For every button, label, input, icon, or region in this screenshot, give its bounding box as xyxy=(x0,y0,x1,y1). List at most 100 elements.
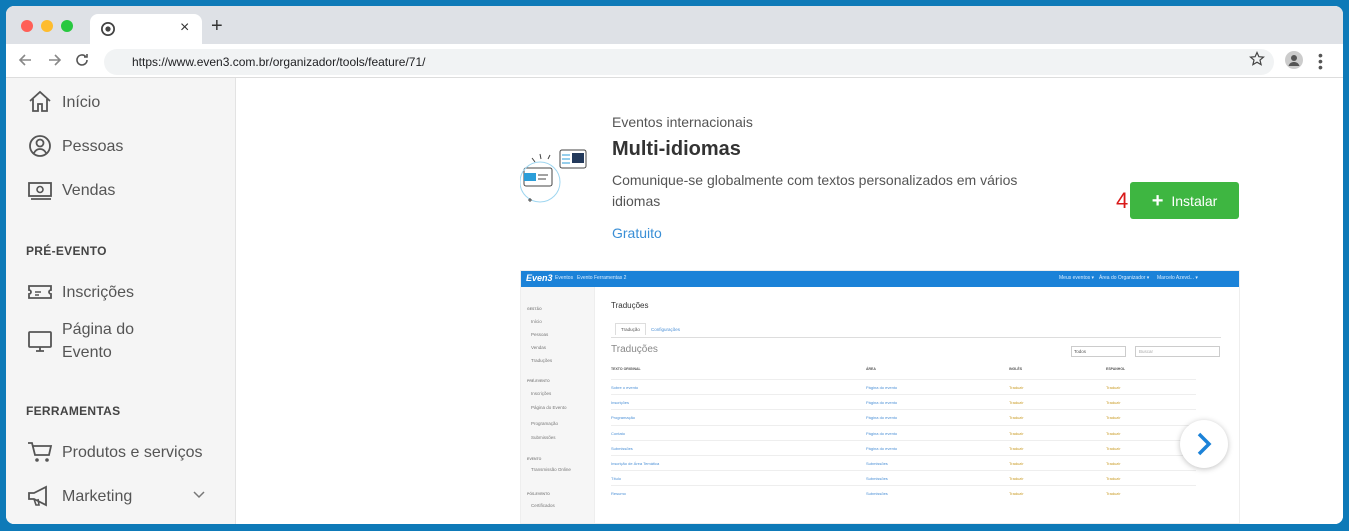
preview-col: ESPANHOL xyxy=(1106,367,1126,371)
preview-cell: Traduzir xyxy=(1009,415,1024,421)
preview-side-item: Traduções xyxy=(531,358,553,363)
preview-top-item: Meus eventos ▾ xyxy=(1059,275,1095,281)
sidebar-item-label: Vendas xyxy=(62,181,116,199)
preview-col: ÁREA xyxy=(866,367,876,371)
feature-price: Gratuito xyxy=(612,225,662,241)
back-icon[interactable] xyxy=(16,50,36,70)
sidebar: Início Pessoas Vendas PRÉ-EVENTO Inscriç… xyxy=(6,78,236,524)
preview-tab: Tradução xyxy=(615,323,646,335)
person-icon xyxy=(29,135,51,157)
forward-icon[interactable] xyxy=(44,50,64,70)
sidebar-item-produtos[interactable]: Produtos e serviços xyxy=(26,438,203,466)
step-marker: 4 xyxy=(1116,188,1129,213)
sidebar-item-vendas[interactable]: Vendas xyxy=(26,176,115,204)
preview-side-item: Programação xyxy=(531,421,559,426)
preview-cell: Traduzir xyxy=(1106,445,1121,451)
sidebar-item-label-line2: Evento xyxy=(62,344,112,361)
feature-description: Comunique-se globalmente com textos pers… xyxy=(612,172,1018,209)
plus-icon: + xyxy=(1151,189,1164,212)
carousel-next-button[interactable] xyxy=(1180,420,1228,468)
money-icon xyxy=(28,182,52,200)
home-icon xyxy=(29,90,51,112)
preview-table-row: Título Submissões Traduzir Traduzir xyxy=(611,470,1196,485)
close-window-button[interactable] xyxy=(21,20,33,32)
sidebar-item-pessoas[interactable]: Pessoas xyxy=(26,132,123,160)
install-button[interactable]: + Instalar xyxy=(1130,182,1239,219)
sidebar-item-inicio[interactable]: Início xyxy=(26,88,100,116)
section-header-ferramentas: FERRAMENTAS xyxy=(26,404,121,418)
preview-side-item: Início xyxy=(531,319,542,324)
close-tab-button[interactable]: × xyxy=(180,19,189,37)
section-header-pre-evento: PRÉ-EVENTO xyxy=(26,244,107,258)
preview-cell: Traduzir xyxy=(1106,461,1121,466)
preview-cell: Traduzir xyxy=(1009,385,1024,390)
sidebar-item-label: Início xyxy=(62,93,101,111)
preview-cell: Traduzir xyxy=(1009,491,1024,497)
preview-side-header: EVENTO xyxy=(527,457,542,461)
bookmark-star-icon[interactable] xyxy=(1249,51,1265,67)
preview-cell: Inscrição de Área Temática xyxy=(611,461,660,466)
preview-tabs: Tradução Configurações xyxy=(611,322,1221,338)
preview-cell: Página do evento xyxy=(866,430,898,436)
preview-cell: Contato xyxy=(611,430,626,436)
address-bar: https://www.even3.com.br/organizador/too… xyxy=(6,44,1343,78)
install-label: Instalar xyxy=(1171,192,1218,209)
reload-icon[interactable] xyxy=(72,50,92,70)
sidebar-item-label: Pessoas xyxy=(62,137,124,155)
sidebar-item-label: Produtos e serviços xyxy=(62,443,203,461)
preview-cell: Traduzir xyxy=(1106,385,1121,390)
profile-avatar[interactable] xyxy=(1285,51,1303,69)
url-field[interactable]: https://www.even3.com.br/organizador/too… xyxy=(104,49,1274,75)
preview-side-item: Pessoas xyxy=(531,332,549,337)
preview-sidebar: GESTÃO Início Pessoas Vendas Traduções P… xyxy=(521,287,595,523)
sidebar-item-marketing[interactable]: Marketing xyxy=(26,482,132,510)
new-tab-button[interactable]: + xyxy=(211,15,223,38)
ticket-icon xyxy=(28,285,52,299)
preview-content: Traduções Tradução Configurações Traduçõ… xyxy=(611,287,1221,523)
preview-table-row: Submissões Página do evento Traduzir Traduz… xyxy=(611,439,1196,455)
preview-cell: Página do evento xyxy=(866,445,898,451)
chevron-right-icon xyxy=(1197,432,1212,456)
preview-topbar: Even3 Eventos Evento Ferramentas 2 Meus … xyxy=(521,271,1239,287)
sidebar-item-label-line1: Página do xyxy=(62,321,135,338)
preview-cell: Página do evento xyxy=(866,385,898,390)
preview-cell: Traduzir xyxy=(1009,445,1024,451)
preview-cell: Submissões xyxy=(866,491,888,497)
preview-cell: Traduzir xyxy=(1106,476,1121,482)
chrome-icon xyxy=(101,22,115,36)
preview-top-item: Eventos xyxy=(555,275,574,281)
preview-cell: Traduzir xyxy=(1106,415,1121,421)
preview-cell: Título xyxy=(611,476,622,482)
preview-cell: Página do evento xyxy=(866,400,898,406)
preview-cell: Traduzir xyxy=(1106,491,1121,497)
preview-page-title: Traduções xyxy=(611,301,649,310)
preview-logo: Even3 xyxy=(526,273,553,283)
main-content: Eventos internacionais Multi-idiomas Com… xyxy=(236,78,1343,524)
sidebar-item-inscricoes[interactable]: Inscrições xyxy=(26,278,134,306)
megaphone-icon xyxy=(28,485,47,507)
preview-table-row: Contato Página do evento Traduzir Traduzir xyxy=(611,424,1196,440)
preview-side-header: GESTÃO xyxy=(527,307,542,311)
preview-cell: Programação xyxy=(611,415,636,421)
preview-side-header: PRÉ-EVENTO xyxy=(527,379,550,383)
feature-category: Eventos internacionais xyxy=(612,114,753,130)
browser-window: × + https://www.even3.com.br/organizador… xyxy=(6,6,1343,524)
preview-side-item: Submissões xyxy=(531,435,556,440)
browser-tab[interactable]: × xyxy=(90,14,202,44)
preview-cell: Traduzir xyxy=(1106,430,1121,436)
url-text: https://www.even3.com.br/organizador/too… xyxy=(132,55,426,69)
preview-table-row: Inscrição de Área Temática Submissões Trad… xyxy=(611,455,1196,470)
preview-cell: Traduzir xyxy=(1009,400,1024,406)
preview-cell: Sobre o evento xyxy=(611,385,639,390)
chevron-down-icon[interactable] xyxy=(192,487,206,501)
preview-side-header: PÓS-EVENTO xyxy=(527,492,550,496)
sidebar-item-label: Marketing xyxy=(62,487,133,505)
preview-cell: Submissões xyxy=(866,461,888,466)
browser-menu-icon[interactable]: • • • xyxy=(1318,48,1323,74)
preview-side-item: Página do Evento xyxy=(531,405,567,410)
preview-top-item: Área do Organizador ▾ xyxy=(1099,275,1150,281)
maximize-window-button[interactable] xyxy=(61,20,73,32)
sidebar-item-pagina-do-evento[interactable]: Página do Evento xyxy=(26,318,134,364)
minimize-window-button[interactable] xyxy=(41,20,53,32)
preview-col: INGLÊS xyxy=(1009,367,1023,371)
